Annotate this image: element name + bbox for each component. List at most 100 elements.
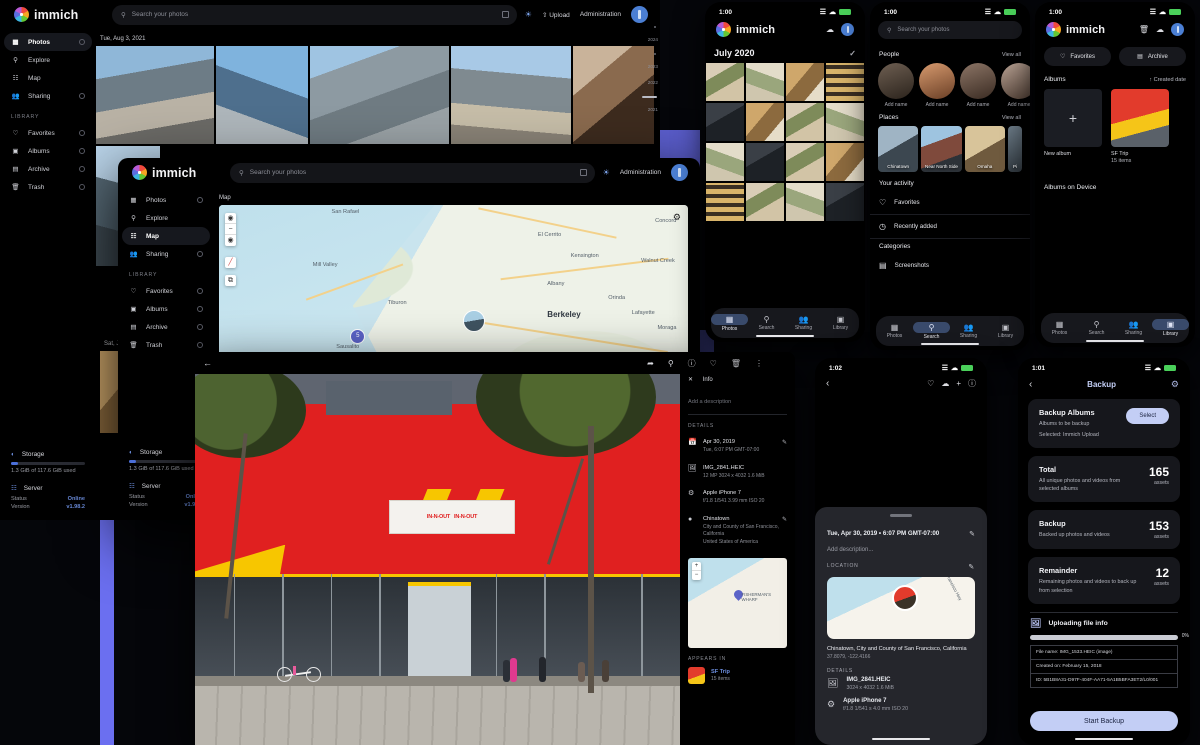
nav-library[interactable]: ▣ Library [987, 323, 1024, 339]
photo-thumbnail[interactable] [706, 103, 744, 141]
photo-thumbnail[interactable] [746, 63, 784, 101]
sidebar-item-photos[interactable]: ▦ Photos [4, 33, 92, 51]
pencil-icon[interactable]: ✎ [782, 439, 787, 446]
sidebar-item-albums[interactable]: ▣ Albums [122, 300, 210, 318]
description-input[interactable]: Add description... [815, 547, 987, 563]
photo-thumbnail[interactable] [786, 103, 824, 141]
cloud-status-icon[interactable]: ☁ [1156, 25, 1164, 34]
administration-link[interactable]: Administration [620, 169, 661, 176]
person-card[interactable]: Add name [878, 63, 914, 108]
detail-map[interactable]: San Francisco Hwy [827, 577, 975, 639]
photo-thumbnail[interactable] [786, 183, 824, 221]
photo-thumbnail[interactable] [826, 143, 864, 181]
theme-toggle-icon[interactable]: ☀ [525, 10, 532, 19]
activity-favorites[interactable]: ♡ Favorites [870, 191, 1030, 215]
photo-thumbnail[interactable] [786, 143, 824, 181]
sidebar-item-archive[interactable]: ▤ Archive [122, 318, 210, 336]
nav-photos[interactable]: ▦ Photos [711, 314, 748, 332]
photo-thumbnail[interactable] [826, 103, 864, 141]
back-button[interactable]: ← [203, 358, 212, 368]
cloud-download-button[interactable]: ☁ [941, 379, 949, 388]
detail-photo-area[interactable] [815, 389, 987, 507]
appears-in-album[interactable]: SF Trip 15 items [688, 667, 787, 684]
photo-thumbnail[interactable] [706, 143, 744, 181]
album-card[interactable]: SF Trip 15 items [1111, 89, 1169, 164]
back-button[interactable]: ‹ [1029, 379, 1032, 390]
zoom-button[interactable]: ⚲ [668, 359, 674, 368]
view-all-link[interactable]: View all [1002, 115, 1021, 121]
place-card[interactable]: Near North Side [921, 126, 961, 172]
category-screenshots[interactable]: ▤ Screenshots [870, 254, 1030, 277]
timeline-scrubber[interactable]: 2024 2023 2022 2021 [636, 26, 658, 123]
info-button[interactable]: ⓘ [688, 358, 696, 369]
minimap-zoom-controls[interactable]: + − [692, 562, 701, 580]
select-button[interactable]: Select [1126, 408, 1169, 424]
select-all-icon[interactable]: ✓ [849, 49, 856, 58]
pencil-icon[interactable]: ✎ [782, 516, 787, 523]
sidebar-item-sharing[interactable]: 👥 Sharing [4, 87, 92, 105]
close-icon[interactable]: ✕ [688, 377, 693, 383]
sort-control[interactable]: ↑ Created date [1149, 77, 1186, 83]
photo-thumbnail[interactable] [826, 63, 864, 101]
sidebar-item-trash[interactable]: 🗑 Trash [4, 178, 92, 196]
photo-thumbnail[interactable] [706, 63, 744, 101]
favorite-button[interactable]: ♡ [927, 379, 934, 388]
theme-toggle-icon[interactable]: ☀ [603, 168, 610, 177]
view-all-link[interactable]: View all [1002, 52, 1021, 58]
scrubber-handle[interactable] [642, 96, 657, 98]
avatar[interactable] [671, 164, 688, 181]
pencil-icon[interactable]: ✎ [968, 563, 975, 571]
photo-thumbnail[interactable] [746, 183, 784, 221]
description-input[interactable]: Add a description [688, 393, 787, 415]
sidebar-item-trash[interactable]: 🗑 Trash [122, 336, 210, 354]
detail-minimap[interactable]: + − FISHERMAN'S WHARF [688, 558, 787, 648]
cloud-status-icon[interactable]: ☁ [826, 25, 834, 34]
info-button[interactable]: ⓘ [968, 378, 976, 389]
search-input[interactable]: ⚲ Search your photos [878, 21, 1022, 39]
nav-sharing[interactable]: 👥 Sharing [785, 315, 822, 331]
nav-photos[interactable]: ▦ Photos [876, 323, 913, 339]
map-photo-marker[interactable] [463, 310, 485, 332]
map-draw-icon[interactable]: ╱ [225, 257, 236, 268]
nav-library[interactable]: ▣ Library [822, 315, 859, 331]
sidebar-item-map[interactable]: ☷ Map [4, 69, 92, 87]
sidebar-item-sharing[interactable]: 👥 Sharing [122, 245, 210, 263]
photo-thumbnail[interactable] [786, 63, 824, 101]
person-card[interactable]: Add name [960, 63, 996, 108]
sidebar-item-favorites[interactable]: ♡ Favorites [4, 124, 92, 142]
gear-icon[interactable]: ⚙ [1171, 379, 1179, 390]
photo-thumbnail[interactable] [96, 46, 214, 144]
administration-link[interactable]: Administration [580, 11, 621, 18]
photo-thumbnail[interactable] [706, 183, 744, 221]
person-card[interactable]: Add name [1001, 63, 1030, 108]
sidebar-item-archive[interactable]: ▤ Archive [4, 160, 92, 178]
avatar[interactable] [1171, 23, 1184, 36]
app-logo-wrap-2[interactable]: immich [126, 165, 222, 180]
chip-favorites[interactable]: ♡ Favorites [1044, 47, 1111, 66]
upload-button[interactable]: ⇧ Upload [542, 11, 570, 19]
sidebar-item-explore[interactable]: ⚲ Explore [4, 51, 92, 69]
new-album-card[interactable]: + New album [1044, 89, 1102, 164]
nav-sharing[interactable]: 👥 Sharing [1115, 320, 1152, 336]
photo-thumbnail[interactable] [216, 46, 308, 144]
sidebar-item-photos[interactable]: ▦ Photos [122, 191, 210, 209]
back-button[interactable]: ‹ [826, 378, 829, 389]
pencil-icon[interactable]: ✎ [969, 530, 975, 538]
add-button[interactable]: + [956, 379, 961, 388]
map-zoom-controls[interactable]: ◉ − ◉ [225, 213, 236, 246]
photo-image[interactable]: IN-N-OUTIN-N-OUT [195, 374, 680, 745]
sidebar-item-explore[interactable]: ⚲ Explore [122, 209, 210, 227]
photo-thumbnail[interactable] [746, 103, 784, 141]
nav-search[interactable]: ⚲ Search [748, 315, 785, 331]
trash-icon[interactable]: 🗑 [1139, 25, 1149, 34]
app-logo-wrap[interactable]: immich [8, 7, 104, 22]
nav-photos[interactable]: ▦ Photos [1041, 320, 1078, 336]
photo-thumbnail[interactable] [451, 46, 571, 144]
sidebar-item-map[interactable]: ☷ Map [122, 227, 210, 245]
person-card[interactable]: Add name [919, 63, 955, 108]
search-input[interactable]: ⚲ Search your photos [230, 163, 595, 183]
place-card[interactable]: Omaha [965, 126, 1005, 172]
map-fullscreen-icon[interactable]: ⧉ [225, 275, 236, 286]
map-zoom-in-icon[interactable]: ◉ [225, 235, 236, 246]
photo-thumbnail[interactable] [746, 143, 784, 181]
